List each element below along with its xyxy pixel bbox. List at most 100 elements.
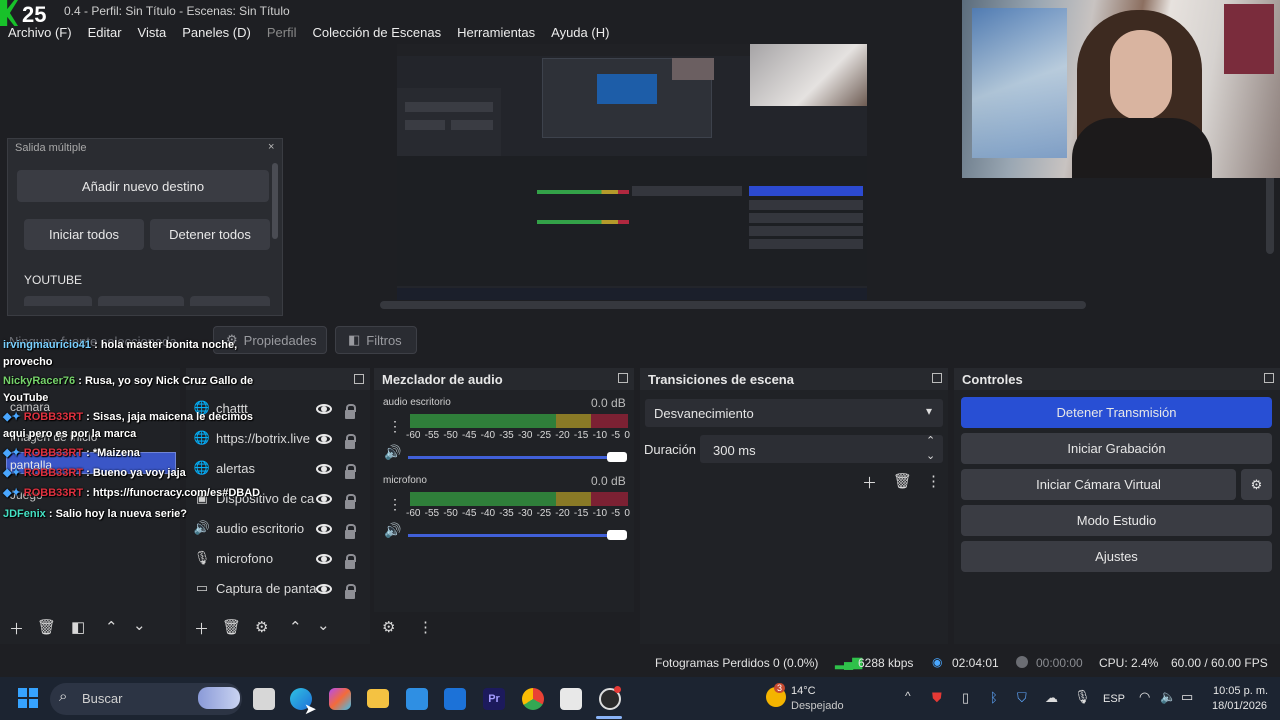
lock-icon[interactable] [345, 584, 356, 599]
volume-slider-knob[interactable] [607, 530, 627, 540]
menu-edit[interactable]: Editar [80, 22, 130, 44]
clock-date[interactable]: 18/01/2026 [1212, 700, 1267, 712]
volume-icon[interactable]: 🔈 [1160, 689, 1176, 705]
show-hidden-icons-icon[interactable]: ^ [905, 689, 911, 703]
menu-help[interactable]: Ayuda (H) [543, 22, 617, 44]
settings-button[interactable]: Ajustes [961, 541, 1272, 572]
start-virtual-camera-button[interactable]: Iniciar Cámara Virtual [961, 469, 1236, 500]
visibility-eye-icon[interactable] [316, 584, 332, 594]
lock-icon[interactable] [345, 434, 356, 449]
move-down-icon[interactable]: ⌄ [133, 616, 146, 634]
visibility-eye-icon[interactable] [316, 434, 332, 444]
bluetooth-icon[interactable]: ᛒ [990, 690, 998, 705]
antivirus-icon[interactable]: ⛊ [932, 690, 942, 706]
preview-horizontal-scrollbar[interactable] [380, 301, 1086, 309]
language-indicator[interactable]: ESP [1103, 693, 1125, 705]
duration-label: Duración [644, 442, 697, 457]
lock-icon[interactable] [345, 464, 356, 479]
visibility-eye-icon[interactable] [316, 404, 332, 414]
chevron-down-icon[interactable]: ⌄ [926, 449, 935, 462]
premiere-icon[interactable]: Pr [483, 688, 505, 710]
add-destination-button[interactable]: Añadir nuevo destino [17, 170, 269, 202]
visibility-eye-icon[interactable] [316, 494, 332, 504]
mic-icon: 🎙 [193, 550, 211, 565]
store-icon[interactable] [406, 688, 428, 710]
source-item[interactable]: microfono [216, 551, 273, 566]
source-properties-gear-icon[interactable]: ⚙ [255, 618, 268, 636]
volume-slider[interactable] [408, 534, 626, 537]
copilot-icon[interactable] [329, 688, 351, 710]
start-all-button[interactable]: Iniciar todos [24, 219, 144, 250]
chat-message: ◆✦ ROBB33RT : https://funocracy.com/es#D… [3, 487, 261, 499]
transition-select-value: Desvanecimiento [654, 406, 754, 421]
move-up-icon[interactable]: ⌃ [289, 618, 302, 636]
filters-button[interactable]: ◧ Filtros [335, 326, 417, 354]
speaker-icon[interactable]: 🔊 [384, 522, 401, 539]
visibility-eye-icon[interactable] [316, 464, 332, 474]
dropped-frames: Fotogramas Perdidos 0 (0.0%) [655, 656, 819, 670]
outlook-icon[interactable] [444, 688, 466, 710]
youtube-edit-button[interactable] [190, 296, 270, 306]
lock-icon[interactable] [345, 494, 356, 509]
add-transition-icon[interactable]: ＋ [862, 472, 877, 493]
file-explorer-icon[interactable] [367, 689, 389, 708]
youtube-stop-button[interactable] [98, 296, 184, 306]
cloud-icon[interactable]: ☁ [1045, 690, 1058, 706]
scene-filters-icon[interactable]: ◧ [71, 618, 85, 636]
source-item[interactable]: alertas [216, 461, 255, 476]
capcut-icon[interactable] [560, 688, 582, 710]
speaker-icon[interactable]: 🔊 [384, 444, 401, 461]
lock-icon[interactable] [345, 404, 356, 419]
start-recording-button[interactable]: Iniciar Grabación [961, 433, 1272, 464]
volume-slider-knob[interactable] [607, 452, 627, 462]
microphone-icon[interactable]: 🎙 [1074, 689, 1091, 705]
search-icon: ⌕ [59, 688, 68, 705]
kebab-menu-icon[interactable]: ⋮ [388, 418, 402, 435]
move-down-icon[interactable]: ⌄ [317, 616, 330, 634]
popout-icon[interactable] [618, 373, 628, 383]
visibility-eye-icon[interactable] [316, 554, 332, 564]
kebab-menu-icon[interactable]: ⋮ [926, 472, 941, 490]
menu-profile[interactable]: Perfil [259, 22, 305, 44]
menu-tools[interactable]: Herramientas [449, 22, 543, 44]
chevron-up-icon[interactable]: ⌃ [926, 434, 935, 447]
menu-docks[interactable]: Paneles (D) [174, 22, 259, 44]
trash-icon[interactable]: 🗑 [37, 618, 56, 636]
advanced-audio-gear-icon[interactable]: ⚙ [382, 618, 395, 636]
visibility-eye-icon[interactable] [316, 524, 332, 534]
kebab-menu-icon[interactable]: ⋮ [418, 618, 433, 636]
virtual-camera-gear-icon[interactable]: ⚙ [1241, 469, 1272, 500]
move-up-icon[interactable]: ⌃ [105, 618, 118, 636]
chat-badge-icon: ◆✦ [3, 411, 21, 423]
popout-icon[interactable] [1264, 373, 1274, 383]
multiple-output-scrollbar[interactable] [272, 163, 278, 239]
youtube-start-button[interactable] [24, 296, 92, 306]
source-item[interactable]: audio escritorio [216, 521, 304, 536]
wifi-icon[interactable]: ◠ [1139, 689, 1150, 705]
trash-icon[interactable]: 🗑 [222, 618, 241, 636]
add-scene-icon[interactable]: ＋ [9, 618, 24, 639]
volume-slider[interactable] [408, 456, 626, 459]
weather-temp: 14°C [791, 685, 816, 697]
usb-icon[interactable]: ▯ [962, 690, 969, 706]
popout-icon[interactable] [932, 373, 942, 383]
popout-icon[interactable] [354, 374, 364, 384]
windows-start-icon[interactable] [18, 688, 38, 708]
add-source-icon[interactable]: ＋ [194, 618, 209, 639]
task-view-icon[interactable] [253, 688, 275, 710]
clock-time[interactable]: 10:05 p. m. [1213, 685, 1268, 697]
close-icon[interactable]: × [268, 141, 274, 153]
security-shield-icon[interactable]: ⛉ [1017, 690, 1027, 706]
stop-all-button[interactable]: Detener todos [150, 219, 270, 250]
menu-view[interactable]: Vista [130, 22, 175, 44]
battery-icon[interactable]: ▭ [1181, 689, 1193, 705]
kebab-menu-icon[interactable]: ⋮ [388, 496, 402, 513]
lock-icon[interactable] [345, 554, 356, 569]
menu-scene-collection[interactable]: Colección de Escenas [304, 22, 449, 44]
chrome-icon[interactable] [522, 688, 544, 710]
lock-icon[interactable] [345, 524, 356, 539]
trash-icon[interactable]: 🗑 [893, 472, 912, 490]
stop-streaming-button[interactable]: Detener Transmisión [961, 397, 1272, 428]
menu-file[interactable]: Archivo (F) [0, 22, 80, 44]
studio-mode-button[interactable]: Modo Estudio [961, 505, 1272, 536]
